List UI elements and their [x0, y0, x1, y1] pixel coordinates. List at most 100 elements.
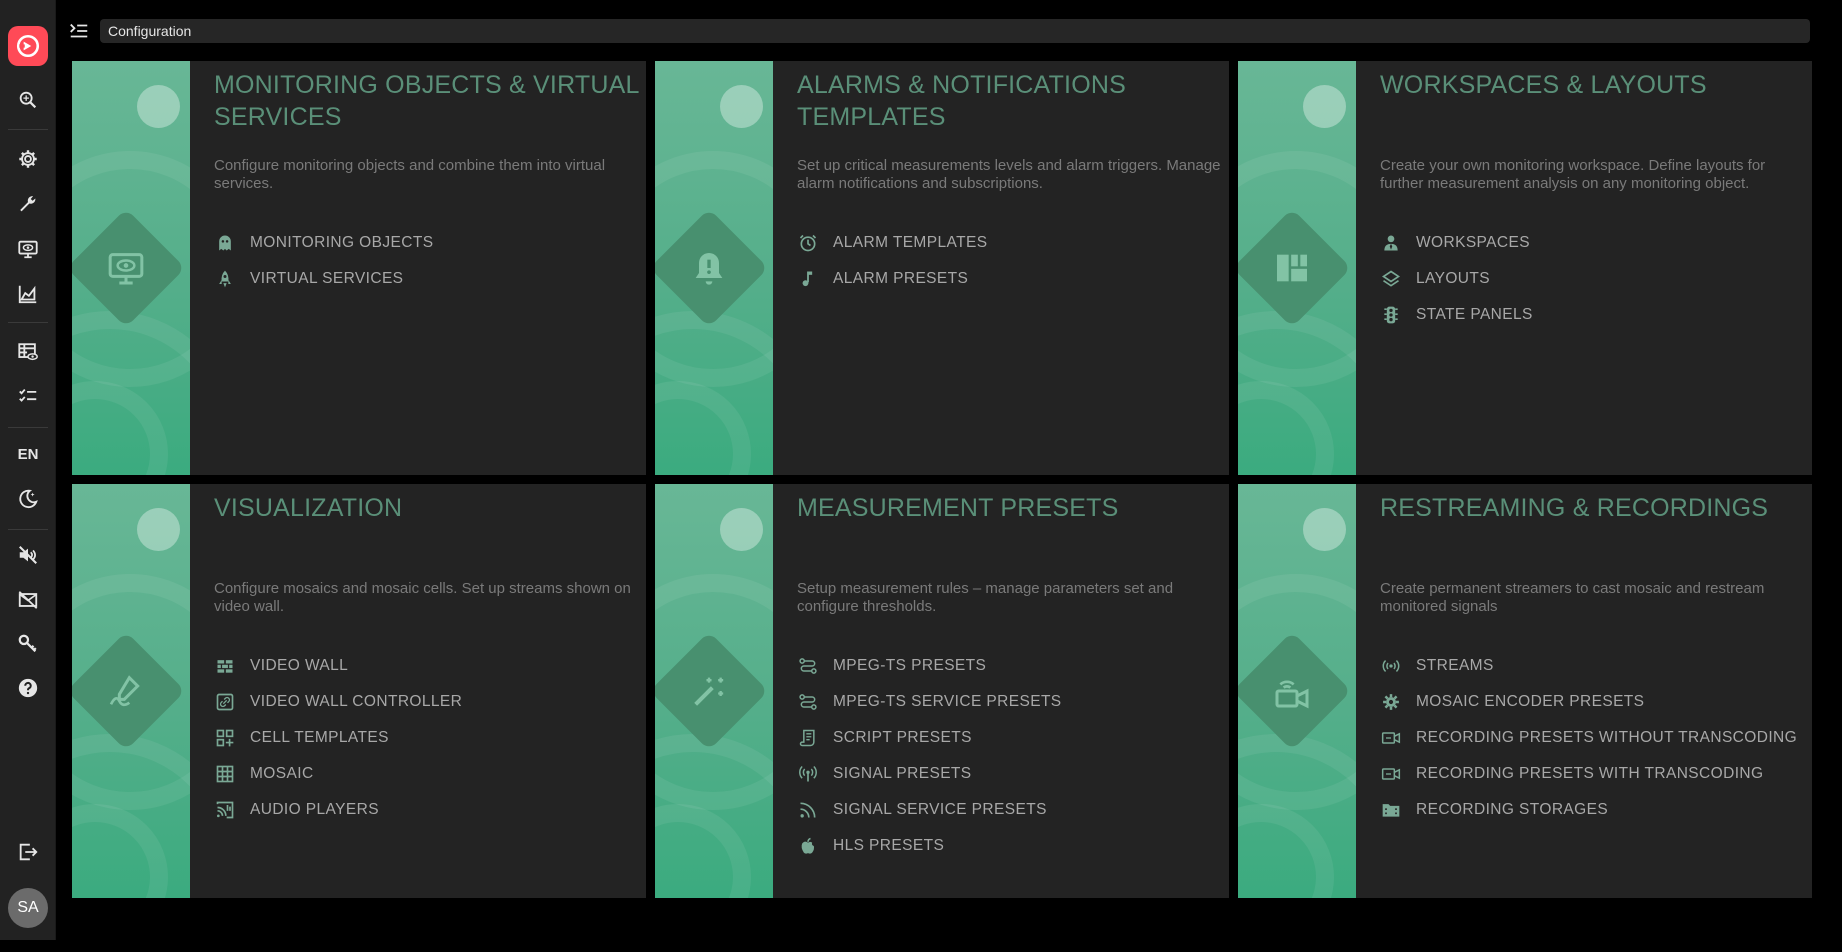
link-mosaic[interactable]: MOSAIC: [214, 756, 639, 792]
link-state-panels[interactable]: STATE PANELS: [1380, 297, 1805, 333]
link-label: STATE PANELS: [1416, 306, 1533, 323]
grid-plus-icon: [216, 729, 234, 747]
link-signal-presets[interactable]: SIGNAL PRESETS: [797, 756, 1222, 792]
card-illustration: [1238, 61, 1356, 475]
video-box-icon: [1381, 768, 1401, 780]
sidebar-analytics[interactable]: [0, 276, 56, 312]
card-illustration: [655, 61, 773, 475]
link-label: VIDEO WALL CONTROLLER: [250, 693, 463, 710]
sidebar-mute[interactable]: [0, 537, 56, 573]
link-hls-presets[interactable]: HLS PRESETS: [797, 828, 1222, 864]
sidebar-settings[interactable]: [0, 141, 56, 177]
sidebar-monitoring[interactable]: [0, 231, 56, 267]
sidebar-theme[interactable]: [0, 481, 56, 517]
link-label: MPEG-TS PRESETS: [833, 657, 987, 674]
table-eye-icon: [18, 343, 38, 361]
card-illustration: [655, 484, 773, 898]
no-mail-icon: [18, 591, 38, 609]
card-title: VISUALIZATION: [214, 494, 403, 522]
sidebar-divider: [8, 427, 48, 428]
link-mpeg-ts-service-presets[interactable]: MPEG-TS SERVICE PRESETS: [797, 684, 1222, 720]
menu-toggle-button[interactable]: [68, 20, 90, 42]
link-virtual-services[interactable]: VIRTUAL SERVICES: [214, 261, 639, 297]
link-workspaces[interactable]: WORKSPACES: [1380, 225, 1805, 261]
antenna-icon: [799, 765, 817, 782]
link-alarm-presets[interactable]: ALARM PRESETS: [797, 261, 1222, 297]
link-audio-players[interactable]: AUDIO PLAYERS: [214, 792, 639, 828]
user-avatar[interactable]: SA: [8, 888, 48, 928]
card-description: Configure monitoring objects and combine…: [214, 157, 606, 192]
card-description: Create your own monitoring workspace. De…: [1380, 157, 1766, 192]
link-label: ALARM TEMPLATES: [833, 234, 988, 251]
link-mosaic-encoder-presets[interactable]: MOSAIC ENCODER PRESETS: [1380, 684, 1805, 720]
card-title: RESTREAMING & RECORDINGS: [1380, 494, 1769, 522]
card-links: VIDEO WALL VIDEO WALL CONTROLLER CELL TE…: [214, 648, 639, 828]
card-links: ALARM TEMPLATES ALARM PRESETS: [797, 225, 1222, 297]
link-label: HLS PRESETS: [833, 837, 945, 854]
link-signal-service-presets[interactable]: SIGNAL SERVICE PRESETS: [797, 792, 1222, 828]
link-label: RECORDING STORAGES: [1416, 801, 1609, 818]
mute-icon: [19, 546, 37, 564]
search-icon: [19, 91, 37, 109]
apple-icon: [801, 837, 815, 854]
link-label: ALARM PRESETS: [833, 270, 969, 287]
rocket-icon: [219, 270, 231, 288]
card-description: Configure mosaics and mosaic cells. Set …: [214, 580, 631, 615]
transit-icon: [799, 658, 817, 674]
card-illustration: [1238, 484, 1356, 898]
ghost-icon: [219, 235, 231, 251]
link-label: SCRIPT PRESETS: [833, 729, 972, 746]
link-label: VIRTUAL SERVICES: [250, 270, 404, 287]
link-label: RECORDING PRESETS WITHOUT TRANSCODING: [1416, 729, 1798, 746]
card-restreaming-recordings: RESTREAMING & RECORDINGS Create permanen…: [1238, 484, 1812, 898]
controller-link-icon: [216, 693, 234, 711]
rss-icon: [800, 802, 816, 818]
link-label: AUDIO PLAYERS: [250, 801, 379, 818]
sidebar-table-view[interactable]: [0, 334, 56, 370]
card-workspaces-layouts: WORKSPACES & LAYOUTS Create your own mon…: [1238, 61, 1812, 475]
breadcrumb: Configuration: [100, 19, 1810, 43]
sidebar-tools[interactable]: [0, 186, 56, 222]
draw-icon: [109, 675, 140, 707]
sidebar-language[interactable]: EN: [0, 436, 56, 472]
link-label: SIGNAL SERVICE PRESETS: [833, 801, 1047, 818]
app-logo[interactable]: [8, 26, 48, 66]
link-recording-presets-without-transcoding[interactable]: RECORDING PRESETS WITHOUT TRANSCODING: [1380, 720, 1805, 756]
cast-audio-icon: [216, 801, 234, 819]
link-recording-storages[interactable]: RECORDING STORAGES: [1380, 792, 1805, 828]
music-note-icon: [802, 271, 813, 287]
sidebar-logout[interactable]: [0, 834, 56, 870]
link-layouts[interactable]: LAYOUTS: [1380, 261, 1805, 297]
card-links: MPEG-TS PRESETS MPEG-TS SERVICE PRESETS …: [797, 648, 1222, 864]
link-script-presets[interactable]: SCRIPT PRESETS: [797, 720, 1222, 756]
card-alarms-notifications: ALARMS & NOTIFICATIONS TEMPLATES Set up …: [655, 61, 1229, 475]
sidebar-keys[interactable]: [0, 626, 56, 662]
grid-icon: [216, 765, 234, 783]
magic-wand-icon: [694, 677, 724, 706]
link-video-wall[interactable]: VIDEO WALL: [214, 648, 639, 684]
card-illustration: [72, 61, 190, 475]
card-links: WORKSPACES LAYOUTS STATE PANELS: [1380, 225, 1805, 333]
link-label: MONITORING OBJECTS: [250, 234, 434, 251]
link-label: MOSAIC ENCODER PRESETS: [1416, 693, 1645, 710]
link-mpeg-ts-presets[interactable]: MPEG-TS PRESETS: [797, 648, 1222, 684]
link-streams[interactable]: STREAMS: [1380, 648, 1805, 684]
link-alarm-templates[interactable]: ALARM TEMPLATES: [797, 225, 1222, 261]
alarm-clock-icon: [799, 234, 817, 252]
key-icon: [18, 634, 37, 653]
sidebar-checklist[interactable]: [0, 378, 56, 414]
sidebar-notifications-off[interactable]: [0, 582, 56, 618]
wrench-icon: [20, 196, 36, 212]
link-label: LAYOUTS: [1416, 270, 1491, 287]
sidebar-help[interactable]: [0, 670, 56, 706]
link-monitoring-objects[interactable]: MONITORING OBJECTS: [214, 225, 639, 261]
link-video-wall-controller[interactable]: VIDEO WALL CONTROLLER: [214, 684, 639, 720]
link-cell-templates[interactable]: CELL TEMPLATES: [214, 720, 639, 756]
link-label: WORKSPACES: [1416, 234, 1530, 251]
avatar-initials: SA: [17, 899, 39, 916]
sidebar-search[interactable]: [0, 82, 56, 118]
sidebar-divider: [8, 529, 48, 530]
link-recording-presets-with-transcoding[interactable]: RECORDING PRESETS WITH TRANSCODING: [1380, 756, 1805, 792]
link-label: RECORDING PRESETS WITH TRANSCODING: [1416, 765, 1764, 782]
user-tie-icon: [1384, 235, 1398, 251]
